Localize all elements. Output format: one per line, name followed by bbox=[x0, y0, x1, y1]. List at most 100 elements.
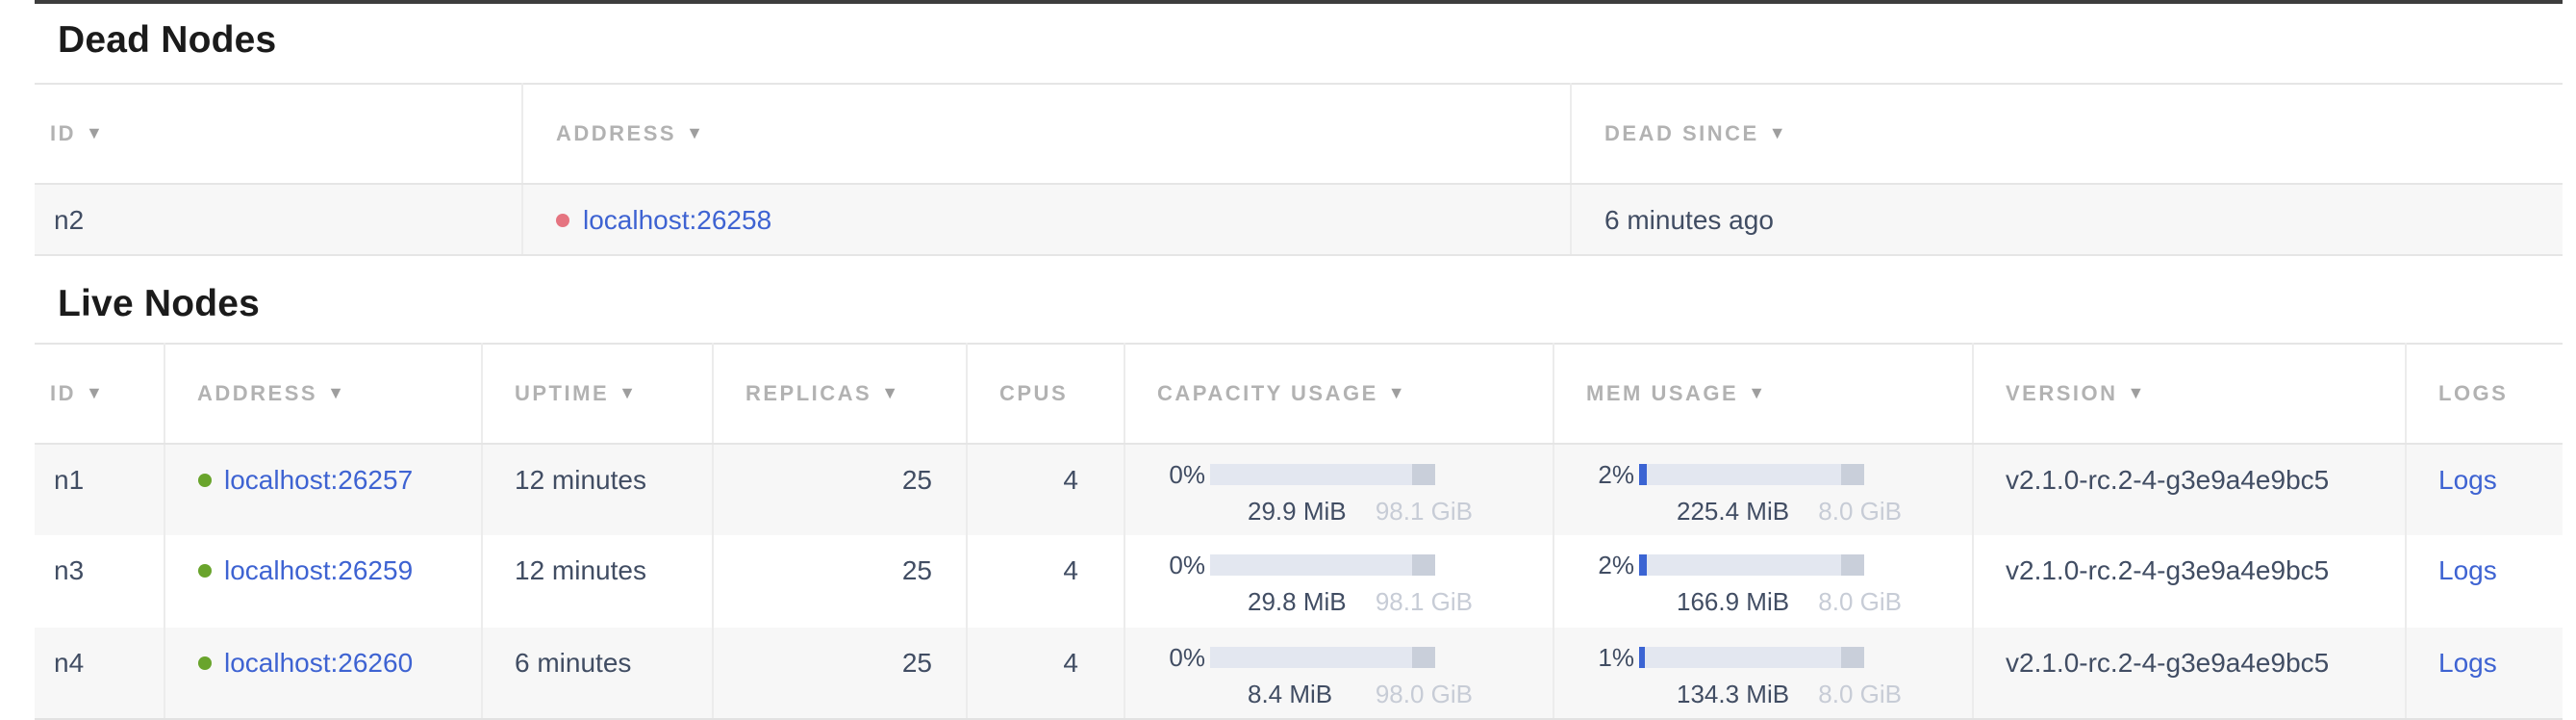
live-nodes-table: ID▼ ADDRESS▼ UPTIME▼ REPLICAS▼ CPUS CAPA… bbox=[35, 343, 2562, 719]
live-header-cpus: CPUS bbox=[966, 344, 1124, 444]
capacity-total-label: 98.1 GiB bbox=[1376, 587, 1473, 616]
sort-desc-icon: ▼ bbox=[1769, 122, 1788, 141]
dead-header-address[interactable]: ADDRESS▼ bbox=[522, 84, 1571, 184]
capacity-bar-reserved bbox=[1412, 554, 1434, 576]
sort-desc-icon: ▼ bbox=[619, 382, 638, 401]
live-header-id[interactable]: ID▼ bbox=[35, 344, 164, 444]
sort-desc-icon: ▼ bbox=[1388, 382, 1407, 401]
node-address-link[interactable]: localhost:26260 bbox=[224, 646, 413, 677]
node-address-link[interactable]: localhost:26257 bbox=[224, 464, 413, 495]
node-id-cell: n2 bbox=[35, 184, 522, 255]
mem-bar-used bbox=[1638, 646, 1644, 667]
nodes-overview-page: Dead Nodes ID▼ ADDRESS▼ DEAD SINCE▼ n2 l… bbox=[0, 0, 2576, 720]
live-header-uptime[interactable]: UPTIME▼ bbox=[481, 344, 712, 444]
replicas-cell: 25 bbox=[712, 627, 966, 718]
uptime-cell: 12 minutes bbox=[481, 444, 712, 535]
capacity-percent: 0% bbox=[1163, 638, 1205, 675]
live-header-logs: LOGS bbox=[2405, 344, 2562, 444]
capacity-bar-reserved bbox=[1412, 646, 1434, 667]
sort-desc-icon: ▼ bbox=[2128, 382, 2147, 401]
capacity-used-label: 8.4 MiB bbox=[1248, 679, 1332, 707]
live-nodes-header-row: ID▼ ADDRESS▼ UPTIME▼ REPLICAS▼ CPUS CAPA… bbox=[35, 344, 2562, 444]
version-cell: v2.1.0-rc.2-4-g3e9a4e9bc5 bbox=[1972, 535, 2405, 627]
mem-bar-used bbox=[1638, 464, 1647, 485]
dead-node-row-n2: n2 localhost:26258 6 minutes ago bbox=[35, 184, 2562, 255]
live-header-version[interactable]: VERSION▼ bbox=[1972, 344, 2405, 444]
capacity-bar bbox=[1209, 646, 1434, 667]
mem-percent: 2% bbox=[1592, 456, 1634, 493]
node-address-link[interactable]: localhost:26259 bbox=[224, 554, 413, 585]
node-id-cell: n4 bbox=[35, 627, 164, 718]
mem-bar bbox=[1638, 554, 1863, 576]
live-status-icon bbox=[197, 656, 211, 670]
mem-bar-reserved bbox=[1841, 464, 1863, 485]
dead-header-id[interactable]: ID▼ bbox=[35, 84, 522, 184]
logs-cell: Logs bbox=[2405, 444, 2562, 535]
cpus-cell: 4 bbox=[966, 444, 1124, 535]
live-node-row-n3: n3 localhost:26259 12 minutes 25 4 0% 29… bbox=[35, 535, 2562, 627]
capacity-used-label: 29.8 MiB bbox=[1248, 587, 1347, 616]
uptime-cell: 6 minutes bbox=[481, 627, 712, 718]
mem-percent: 2% bbox=[1592, 547, 1634, 583]
version-cell: v2.1.0-rc.2-4-g3e9a4e9bc5 bbox=[1972, 627, 2405, 718]
live-node-row-n4: n4 localhost:26260 6 minutes 25 4 0% 8.4… bbox=[35, 627, 2562, 718]
mem-used-label: 225.4 MiB bbox=[1677, 497, 1789, 526]
node-id-cell: n1 bbox=[35, 444, 164, 535]
dead-nodes-table: ID▼ ADDRESS▼ DEAD SINCE▼ n2 localhost:26… bbox=[35, 83, 2562, 256]
capacity-usage-cell: 0% 29.8 MiB 98.1 GiB bbox=[1124, 535, 1553, 627]
uptime-cell: 12 minutes bbox=[481, 535, 712, 627]
replicas-cell: 25 bbox=[712, 535, 966, 627]
live-header-address[interactable]: ADDRESS▼ bbox=[164, 344, 481, 444]
cpus-cell: 4 bbox=[966, 627, 1124, 718]
sort-desc-icon: ▼ bbox=[1748, 382, 1767, 401]
sort-desc-icon: ▼ bbox=[686, 122, 705, 141]
sort-desc-icon: ▼ bbox=[881, 382, 900, 401]
node-address-cell: localhost:26258 bbox=[522, 184, 1571, 255]
capacity-percent: 0% bbox=[1163, 456, 1205, 493]
dead-since-cell: 6 minutes ago bbox=[1571, 184, 2562, 255]
cpus-cell: 4 bbox=[966, 535, 1124, 627]
logs-link[interactable]: Logs bbox=[2438, 464, 2497, 495]
node-address-cell: localhost:26259 bbox=[164, 535, 481, 627]
dead-status-icon bbox=[556, 215, 569, 228]
mem-usage-cell: 1% 134.3 MiB8.0 GiB bbox=[1553, 627, 1972, 718]
capacity-usage-cell: 0% 8.4 MiB98.0 GiB bbox=[1124, 627, 1553, 718]
node-address-link[interactable]: localhost:26258 bbox=[583, 204, 771, 235]
mem-bar bbox=[1638, 464, 1863, 485]
live-status-icon bbox=[197, 565, 211, 579]
mem-used-label: 134.3 MiB bbox=[1677, 679, 1789, 707]
live-nodes-title: Live Nodes bbox=[35, 256, 2562, 327]
capacity-total-label: 98.1 GiB bbox=[1376, 497, 1473, 526]
replicas-cell: 25 bbox=[712, 444, 966, 535]
mem-bar bbox=[1638, 646, 1863, 667]
node-address-cell: localhost:26257 bbox=[164, 444, 481, 535]
dead-header-dead-since[interactable]: DEAD SINCE▼ bbox=[1571, 84, 2562, 184]
logs-cell: Logs bbox=[2405, 627, 2562, 718]
live-status-icon bbox=[197, 475, 211, 488]
live-node-row-n1: n1 localhost:26257 12 minutes 25 4 0% 29… bbox=[35, 444, 2562, 535]
capacity-used-label: 29.9 MiB bbox=[1248, 497, 1347, 526]
capacity-bar bbox=[1209, 464, 1434, 485]
live-header-capacity-usage[interactable]: CAPACITY USAGE▼ bbox=[1124, 344, 1553, 444]
dead-nodes-header-row: ID▼ ADDRESS▼ DEAD SINCE▼ bbox=[35, 84, 2562, 184]
mem-used-label: 166.9 MiB bbox=[1677, 587, 1789, 616]
capacity-usage-cell: 0% 29.9 MiB 98.1 GiB bbox=[1124, 444, 1553, 535]
mem-bar-reserved bbox=[1841, 646, 1863, 667]
live-header-mem-usage[interactable]: MEM USAGE▼ bbox=[1553, 344, 1972, 444]
mem-total-label: 8.0 GiB bbox=[1818, 497, 1902, 526]
node-id-cell: n3 bbox=[35, 535, 164, 627]
live-header-replicas[interactable]: REPLICAS▼ bbox=[712, 344, 966, 444]
logs-cell: Logs bbox=[2405, 535, 2562, 627]
mem-bar-reserved bbox=[1841, 554, 1863, 576]
capacity-bar bbox=[1209, 554, 1434, 576]
content-container: Dead Nodes ID▼ ADDRESS▼ DEAD SINCE▼ n2 l… bbox=[35, 0, 2562, 719]
mem-usage-cell: 2% 166.9 MiB 8.0 GiB bbox=[1553, 535, 1972, 627]
capacity-percent: 0% bbox=[1163, 547, 1205, 583]
mem-bar-used bbox=[1638, 554, 1647, 576]
logs-link[interactable]: Logs bbox=[2438, 554, 2497, 585]
version-cell: v2.1.0-rc.2-4-g3e9a4e9bc5 bbox=[1972, 444, 2405, 535]
mem-total-label: 8.0 GiB bbox=[1818, 587, 1902, 616]
logs-link[interactable]: Logs bbox=[2438, 646, 2497, 677]
sort-desc-icon: ▼ bbox=[327, 382, 346, 401]
dead-nodes-title: Dead Nodes bbox=[35, 4, 2562, 65]
